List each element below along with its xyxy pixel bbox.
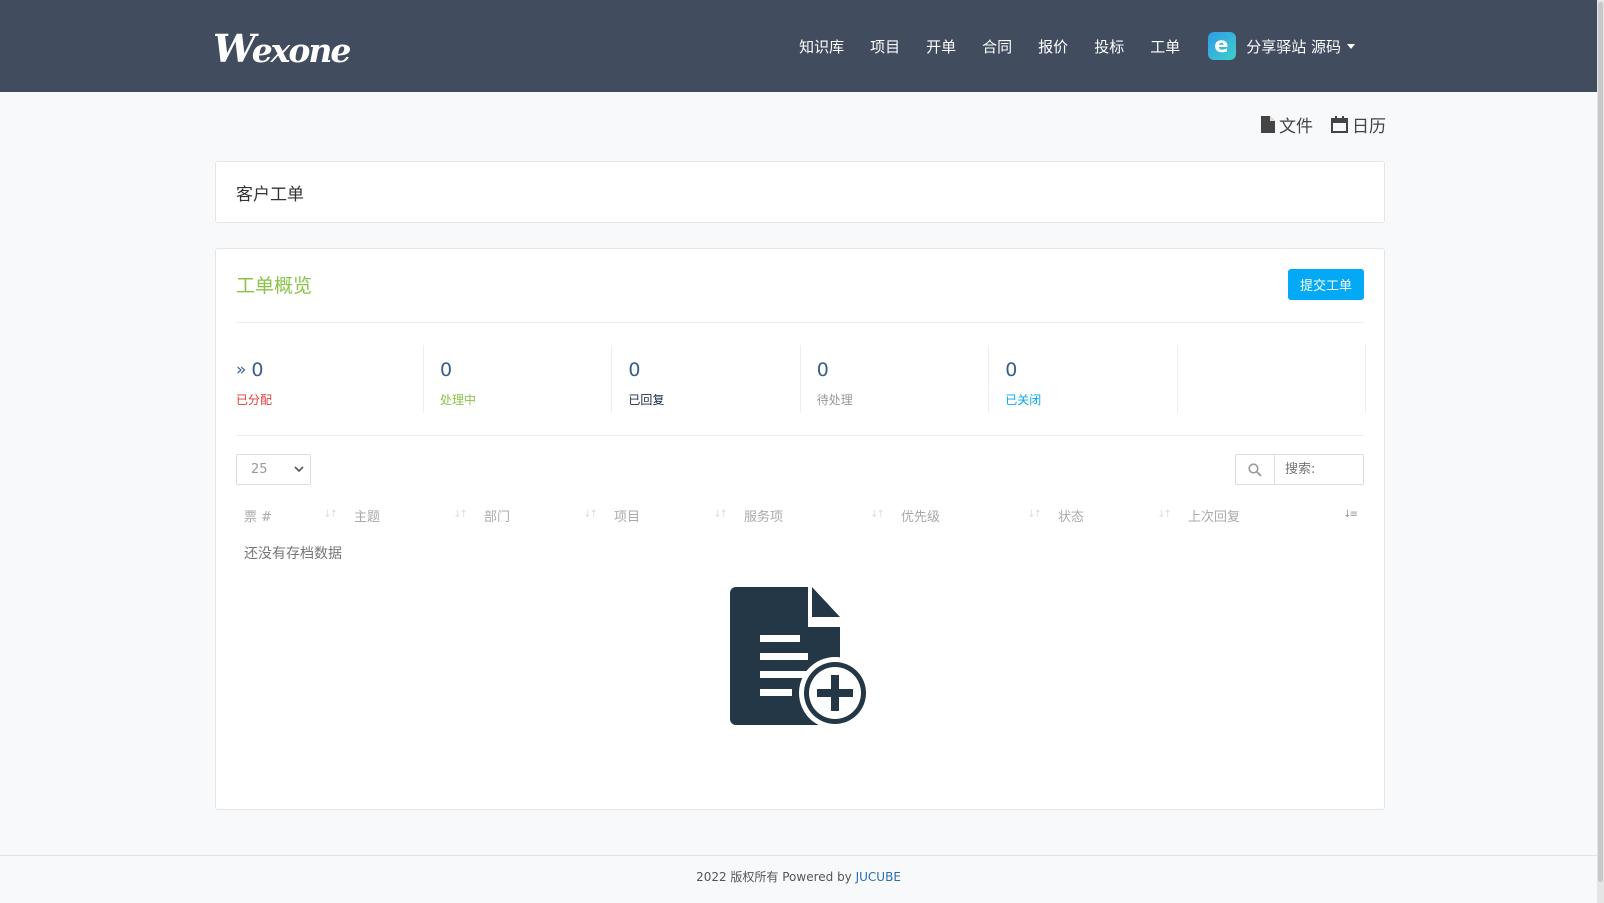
calendar-link-label: 日历 [1352, 117, 1386, 137]
ticket-stats: » 0 已分配 0 处理中 0 已回复 0 待处理 0 已关闭 [236, 345, 1367, 413]
nav-item-contracts[interactable]: 合同 [982, 36, 1012, 57]
empty-table-message: 还没有存档数据 [244, 546, 342, 562]
footer-link-jucube[interactable]: JUCUBE [856, 870, 901, 884]
top-navbar: Wexone 知识库 项目 开单 合同 报价 投标 工单 e 分享驿站 源码 [0, 0, 1597, 92]
stat-in-progress[interactable]: 0 处理中 [424, 345, 613, 413]
avatar-letter: e [1214, 33, 1229, 57]
column-label: 票 # [244, 509, 273, 525]
sort-icon: ↓↑ [1157, 509, 1172, 520]
stat-closed[interactable]: 0 已关闭 [989, 345, 1178, 413]
stat-label: 已分配 [236, 393, 273, 407]
stat-empty-slot [1178, 345, 1367, 413]
files-link-label: 文件 [1279, 117, 1313, 137]
nav-item-tickets[interactable]: 工单 [1150, 36, 1180, 57]
caret-down-icon [1347, 43, 1355, 49]
column-header-priority[interactable]: 优先级 ↓↑ [893, 500, 1050, 530]
sort-icon: ↓↑ [870, 509, 885, 520]
column-label: 项目 [614, 509, 641, 525]
top-links: 文件 日历 [1243, 112, 1386, 137]
sort-icon: ↓↑ [583, 509, 598, 520]
nav-item-invoices[interactable]: 开单 [926, 36, 956, 57]
page-scrollbar[interactable] [1597, 0, 1604, 903]
column-label: 上次回复 [1188, 509, 1241, 525]
user-name: 分享驿站 源码 [1246, 37, 1341, 56]
brand-logo[interactable]: Wexone [213, 26, 351, 71]
search-input[interactable] [1274, 454, 1364, 485]
calendar-icon [1331, 116, 1348, 133]
stat-value: 0 [439, 359, 453, 381]
column-header-last-reply[interactable]: 上次回复 ↓≡ [1180, 500, 1366, 530]
column-header-project[interactable]: 项目 ↓↑ [606, 500, 736, 530]
main-nav: 知识库 项目 开单 合同 报价 投标 工单 e 分享驿站 源码 [773, 0, 1355, 92]
stat-value: 0 [251, 359, 264, 381]
sort-icon: ↓↑ [323, 509, 338, 520]
nav-item-projects[interactable]: 项目 [870, 36, 900, 57]
avatar: e [1208, 32, 1237, 60]
column-header-department[interactable]: 部门 ↓↑ [476, 500, 606, 530]
calendar-link[interactable]: 日历 [1331, 112, 1386, 137]
double-chevron-right-icon: » [236, 360, 247, 380]
nav-item-proposals[interactable]: 投标 [1094, 36, 1124, 57]
footer-divider [0, 855, 1597, 856]
stat-value: 0 [1005, 359, 1018, 381]
column-label: 部门 [484, 509, 511, 525]
overview-title: 工单概览 [236, 275, 313, 297]
sort-desc-icon: ↓≡ [1343, 509, 1358, 520]
user-menu-dropdown[interactable]: e 分享驿站 源码 [1208, 32, 1355, 60]
nav-item-knowledge-base[interactable]: 知识库 [799, 36, 844, 57]
file-icon [1261, 116, 1275, 133]
footer: 2022 版权所有 Powered by JUCUBE [0, 868, 1597, 885]
table-header: 票 # ↓↑ 主题 ↓↑ 部门 ↓↑ 项目 ↓↑ 服务项 ↓↑ 优先级 ↓↑ 状态 ↓↑ 上次… [236, 500, 1366, 530]
footer-copyright: 2022 版权所有 Powered by [696, 870, 856, 884]
sort-icon: ↓↑ [713, 509, 728, 520]
sort-icon: ↓↑ [453, 509, 468, 520]
tickets-overview-panel: 工单概览 提交工单 » 0 已分配 0 处理中 0 已回复 0 待处理 0 已关闭… [215, 248, 1385, 810]
file-plus-icon [730, 587, 871, 729]
page-title-panel: 客户工单 [215, 161, 1385, 223]
stat-label: 已关闭 [1005, 393, 1042, 407]
stat-value: 0 [816, 359, 829, 381]
stat-answered[interactable]: 0 已回复 [612, 345, 801, 413]
page-title: 客户工单 [236, 185, 304, 205]
search-icon [1235, 454, 1274, 485]
page-length-select[interactable]: 25 [236, 454, 311, 485]
stat-label: 待处理 [816, 393, 853, 407]
column-header-status[interactable]: 状态 ↓↑ [1050, 500, 1180, 530]
table-search [1235, 454, 1364, 485]
column-label: 主题 [354, 509, 381, 525]
column-header-service[interactable]: 服务项 ↓↑ [736, 500, 893, 530]
sort-icon: ↓↑ [1027, 509, 1042, 520]
stat-label: 处理中 [439, 393, 476, 407]
stat-on-hold[interactable]: 0 待处理 [801, 345, 990, 413]
nav-item-estimates[interactable]: 报价 [1038, 36, 1068, 57]
stat-value: 0 [628, 359, 641, 381]
column-header-subject[interactable]: 主题 ↓↑ [346, 500, 476, 530]
column-label: 状态 [1058, 509, 1085, 525]
column-label: 服务项 [744, 509, 784, 525]
divider [236, 322, 1364, 323]
column-label: 优先级 [901, 509, 941, 525]
scroll-thumb[interactable] [1598, 2, 1603, 882]
submit-ticket-button[interactable]: 提交工单 [1288, 269, 1364, 300]
stat-assigned[interactable]: » 0 已分配 [236, 345, 424, 413]
chevron-down-icon [294, 466, 304, 473]
stat-label: 已回复 [628, 393, 665, 407]
column-header-ticket[interactable]: 票 # ↓↑ [236, 500, 346, 530]
files-link[interactable]: 文件 [1261, 112, 1313, 137]
page-length-value: 25 [251, 462, 268, 477]
divider [236, 435, 1364, 436]
